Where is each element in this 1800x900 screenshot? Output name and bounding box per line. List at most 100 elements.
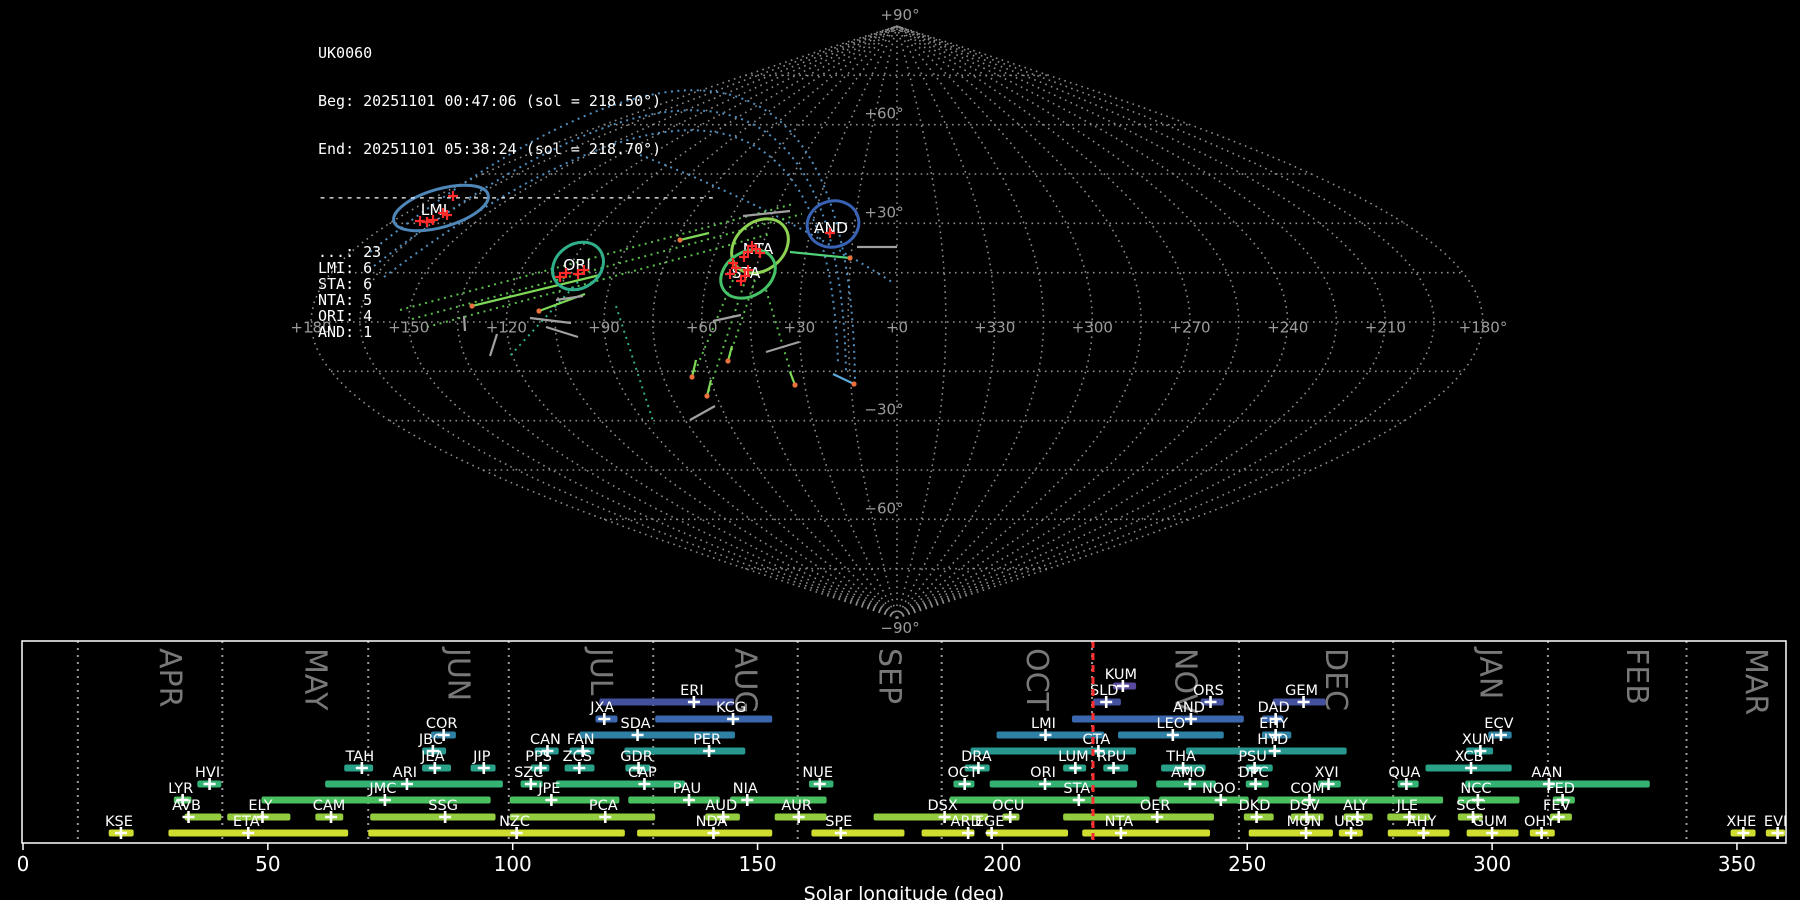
shower-label-JPE: JPE <box>537 781 560 797</box>
meteor-segment <box>742 209 791 218</box>
shower-label-QUA: QUA <box>1388 765 1420 781</box>
shower-label-NCC: NCC <box>1460 781 1491 797</box>
shower-label-ORI: ORI <box>1030 765 1056 781</box>
axis-tick-label: 350 <box>1718 852 1756 876</box>
lon-label: +300 <box>1072 319 1113 337</box>
shower-label-JMC: JMC <box>368 781 396 797</box>
station-id: UK0060 <box>318 44 373 62</box>
lon-label: +210 <box>1365 319 1406 337</box>
shower-label-ELY: ELY <box>248 798 272 814</box>
shower-label-NZC: NZC <box>499 814 530 830</box>
shower-label-AMO: AMO <box>1171 765 1205 781</box>
shower-bar-NOO <box>1159 796 1249 804</box>
shower-label-KUM: KUM <box>1105 667 1137 683</box>
x-axis-label: Solar longitude (deg) <box>804 883 1005 900</box>
meteor-endpoint-dot <box>689 374 695 380</box>
lon-label: +330 <box>974 319 1015 337</box>
lon-label: +240 <box>1267 319 1308 337</box>
shower-bar-PCA <box>509 813 656 821</box>
shower-label-AVB: AVB <box>172 798 201 814</box>
shower-bar-EGE <box>986 829 1069 837</box>
shower-label-SDA: SDA <box>621 716 651 732</box>
shower-label-RPU: RPU <box>1097 749 1126 765</box>
shower-label-CTA: CTA <box>1082 732 1110 748</box>
shower-label-FED: FED <box>1546 781 1575 797</box>
shower-label-SCC: SCC <box>1456 798 1485 814</box>
shower-label-NOO: NOO <box>1202 781 1236 797</box>
shower-counts: ...: 23 LMI: 6 STA: 6 NTA: 5 ORI: 4 AND: 1 <box>318 244 715 340</box>
shower-label-JIP: JIP <box>472 749 491 765</box>
shower-label-JEA: JEA <box>420 749 444 765</box>
shower-label-ALY: ALY <box>1343 798 1368 814</box>
pole-label-north: +90° <box>880 6 919 24</box>
shower-label-FAN: FAN <box>567 732 595 748</box>
shower-bar-SPE <box>811 829 905 837</box>
shower-bar-CAP <box>555 780 686 788</box>
shower-label-MON: MON <box>1287 814 1322 830</box>
shower-label-DRA: DRA <box>961 749 992 765</box>
shower-label-PAU: PAU <box>673 781 701 797</box>
shower-label-XCB: XCB <box>1455 749 1484 765</box>
shower-label-DKD: DKD <box>1239 798 1271 814</box>
shower-label-NIA: NIA <box>733 781 758 797</box>
month-label-MAY: MAY <box>297 648 332 711</box>
shower-label-KCG: KCG <box>716 700 746 716</box>
shower-label-THA: THA <box>1165 749 1196 765</box>
shower-bar-MON <box>1248 829 1333 837</box>
lon-label: +30 <box>784 319 816 337</box>
shower-label-JBC: JBC <box>418 732 443 748</box>
count-AND: AND: 1 <box>318 323 373 341</box>
shower-label-CAP: CAP <box>628 765 657 781</box>
month-label-MAR: MAR <box>1738 648 1773 715</box>
shower-label-ZCS: ZCS <box>563 749 592 765</box>
session-end: End: 20251101 05:38:24 (sol = 218.70°) <box>318 140 662 158</box>
shower-label-ERI: ERI <box>680 683 704 699</box>
shower-label-JXA: JXA <box>589 700 614 716</box>
shower-label-DSV: DSV <box>1289 798 1319 814</box>
count-ORI: ORI: 4 <box>318 307 373 325</box>
axis-tick-label: 100 <box>494 852 532 876</box>
shower-label-URS: URS <box>1334 814 1364 830</box>
shower-label-DPC: DPC <box>1239 765 1269 781</box>
lat-label: −60° <box>864 499 903 517</box>
lon-label: +0 <box>886 319 908 337</box>
shower-label-NTA: NTA <box>1105 814 1134 830</box>
meteor-endpoint-dot <box>725 358 731 364</box>
shower-label-GEM: GEM <box>1285 683 1318 699</box>
count-NTA: NTA: 5 <box>318 291 373 309</box>
shower-label-HVI: HVI <box>195 765 220 781</box>
shower-label-PPS: PPS <box>525 749 552 765</box>
shower-bar-ERI <box>599 698 735 706</box>
axis-tick-label: 150 <box>738 852 776 876</box>
shower-label-EVI: EVI <box>1764 814 1787 830</box>
meteor-endpoint-dot <box>792 382 798 388</box>
month-label-APR: APR <box>152 648 187 707</box>
shower-bar-NZC <box>368 829 625 837</box>
shower-label-OCT: OCT <box>947 765 978 781</box>
meteor-segment <box>689 405 716 421</box>
shower-label-OER: OER <box>1140 798 1171 814</box>
separator-line: ----------------------------------------… <box>318 188 716 206</box>
shower-label-AND: AND <box>1173 700 1205 716</box>
meteor-segment <box>765 340 800 354</box>
lat-label: +30° <box>864 203 903 221</box>
grid-meridian <box>896 25 1387 619</box>
shower-label-DAD: DAD <box>1258 700 1290 716</box>
lat-label: −30° <box>864 401 903 419</box>
shower-label-FEV: FEV <box>1543 798 1571 814</box>
shower-bar-OER <box>1063 813 1214 821</box>
meteor-trail <box>765 289 795 384</box>
shower-label-XUM: XUM <box>1462 732 1495 748</box>
lat-label: +60° <box>864 105 903 123</box>
session-info-block: UK0060 Beg: 20251101 00:47:06 (sol = 218… <box>318 13 715 372</box>
shower-label-LMI: LMI <box>1031 716 1056 732</box>
shower-bar-ETA <box>168 829 349 837</box>
meteor-endpoint-dot <box>851 381 857 387</box>
month-label-JAN: JAN <box>1473 646 1508 699</box>
shower-label-GUM: GUM <box>1473 814 1507 830</box>
count-total: ...: 23 <box>318 243 382 261</box>
month-label-JUN: JUN <box>441 646 476 701</box>
session-begin: Beg: 20251101 00:47:06 (sol = 218.50°) <box>318 92 662 110</box>
shower-label-ARI: ARI <box>393 765 417 781</box>
axis-tick-label: 0 <box>17 852 30 876</box>
